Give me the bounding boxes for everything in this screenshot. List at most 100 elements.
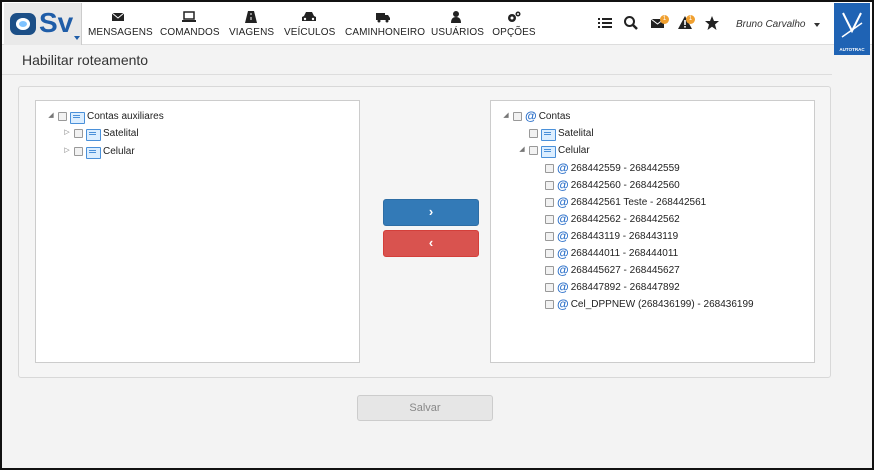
- node-label: 268442559 - 268442559: [570, 162, 680, 174]
- user-name[interactable]: Bruno Carvalho: [736, 19, 805, 30]
- tree-node[interactable]: ◢ Celular: [517, 143, 590, 158]
- move-right-button[interactable]: ›: [383, 199, 479, 226]
- top-navbar: Sv MENSAGENS COMANDOS VIAGENS VEÍCULOS C…: [2, 2, 872, 45]
- at-icon: @: [557, 161, 569, 175]
- node-label: 268445627 - 268445627: [570, 264, 680, 276]
- folder-icon: [541, 128, 556, 141]
- tree-leaf[interactable]: @ 268447892 - 268447892: [533, 280, 680, 294]
- collapse-icon[interactable]: ◢: [501, 111, 511, 121]
- node-label: 268447892 - 268447892: [570, 281, 680, 293]
- nav-label: VIAGENS: [229, 27, 275, 38]
- at-icon: @: [557, 195, 569, 209]
- tree-leaf[interactable]: @ 268442561 Teste - 268442561: [533, 195, 706, 209]
- node-label: Satelital: [103, 127, 139, 139]
- left-tree-panel[interactable]: ◢ Contas auxiliares ▷ Satelital ▷ Celula…: [35, 100, 360, 363]
- checkbox[interactable]: [545, 231, 554, 241]
- node-label: 268442561 Teste - 268442561: [570, 196, 707, 208]
- tree-leaf[interactable]: @ 268442560 - 268442560: [533, 178, 680, 192]
- tree-node-root[interactable]: ◢ @ Contas: [501, 109, 570, 123]
- logo-eye-icon: [10, 13, 36, 35]
- node-label: 268444011 - 268444011: [570, 247, 679, 259]
- envelope-icon: [111, 12, 125, 21]
- tree-leaf[interactable]: @ 268442562 - 268442562: [533, 212, 680, 226]
- nav-label: USUÁRIOS: [431, 27, 485, 38]
- nav-opcoes[interactable]: OPÇÕES: [492, 10, 536, 42]
- expand-icon[interactable]: ▷: [62, 146, 72, 156]
- checkbox[interactable]: [74, 128, 83, 138]
- laptop-icon: [182, 11, 196, 22]
- tree-leaf[interactable]: @ Cel_DPPNEW (268436199) - 268436199: [533, 297, 754, 311]
- tree-leaf[interactable]: @ 268444011 - 268444011: [533, 246, 678, 260]
- folder-icon: [86, 146, 101, 159]
- folder-icon: [541, 145, 556, 158]
- search-icon[interactable]: [623, 15, 639, 31]
- collapse-icon[interactable]: ◢: [46, 111, 56, 121]
- nav-label: COMANDOS: [160, 27, 220, 38]
- tree-leaf[interactable]: @ 268445627 - 268445627: [533, 263, 680, 277]
- tree-leaf[interactable]: @ 268442559 - 268442559: [533, 161, 680, 175]
- checkbox[interactable]: [74, 146, 83, 156]
- node-label: Satelital: [558, 127, 594, 139]
- expand-icon[interactable]: ▷: [62, 128, 72, 138]
- brand-logo: AUTOTRAC: [834, 3, 870, 55]
- node-label: Contas: [538, 110, 571, 122]
- folder-icon: [86, 128, 101, 141]
- node-label: 268442560 - 268442560: [570, 179, 680, 191]
- nav-usuarios[interactable]: USUÁRIOS: [431, 10, 485, 42]
- checkbox[interactable]: [545, 282, 554, 292]
- checkbox[interactable]: [545, 214, 554, 224]
- checkbox[interactable]: [545, 265, 554, 275]
- at-icon: @: [557, 212, 569, 226]
- right-tree-panel[interactable]: ◢ @ Contas Satelital ◢ Celular @ 2684425…: [490, 100, 815, 363]
- tree-node-root[interactable]: ◢ Contas auxiliares: [46, 109, 164, 124]
- tree-node[interactable]: ▷ Celular: [62, 144, 135, 159]
- tree-node[interactable]: ▷ Satelital: [62, 126, 139, 141]
- node-label: 268443119 - 268443119: [570, 230, 679, 242]
- page-header: Habilitar roteamento: [2, 46, 832, 75]
- checkbox[interactable]: [529, 128, 538, 138]
- caret-down-icon[interactable]: [814, 23, 820, 27]
- tree-leaf[interactable]: @ 268443119 - 268443119: [533, 229, 678, 243]
- at-icon: @: [557, 178, 569, 192]
- logo-text: Sv: [39, 7, 74, 38]
- node-label: Celular: [103, 145, 135, 157]
- truck-icon: [376, 13, 390, 23]
- folder-icon: [70, 111, 85, 124]
- checkbox[interactable]: [545, 180, 554, 190]
- checkbox[interactable]: [545, 248, 554, 258]
- checkbox[interactable]: [545, 299, 554, 309]
- at-icon: @: [557, 246, 569, 260]
- at-icon: @: [557, 297, 569, 311]
- node-label: 268442562 - 268442562: [570, 213, 680, 225]
- list-icon[interactable]: [597, 15, 613, 31]
- nav-label: OPÇÕES: [492, 27, 536, 38]
- nav-mensagens[interactable]: MENSAGENS: [88, 10, 153, 42]
- node-label: Contas auxiliares: [87, 110, 164, 122]
- nav-label: VEÍCULOS: [284, 27, 336, 38]
- at-icon: @: [557, 280, 569, 294]
- star-icon[interactable]: [704, 15, 720, 31]
- at-icon: @: [525, 109, 537, 123]
- checkbox[interactable]: [545, 163, 554, 173]
- app-logo[interactable]: Sv: [4, 3, 82, 45]
- brand-text: AUTOTRAC: [839, 47, 865, 52]
- cogs-icon: [508, 11, 521, 22]
- checkbox[interactable]: [545, 197, 554, 207]
- nav-label: CAMINHONEIRO: [345, 27, 426, 38]
- checkbox[interactable]: [58, 111, 67, 121]
- warning-badge: 1: [686, 15, 695, 24]
- tree-node[interactable]: Satelital: [517, 126, 594, 141]
- collapse-icon[interactable]: ◢: [517, 145, 527, 155]
- nav-viagens[interactable]: VIAGENS: [229, 10, 275, 42]
- node-label: Celular: [558, 144, 590, 156]
- mail-badge: 1: [660, 15, 669, 24]
- checkbox[interactable]: [529, 145, 538, 155]
- at-icon: @: [557, 229, 569, 243]
- car-icon: [302, 12, 316, 21]
- nav-caminhoneiro[interactable]: CAMINHONEIRO: [345, 10, 425, 42]
- nav-comandos[interactable]: COMANDOS: [160, 10, 220, 42]
- nav-veiculos[interactable]: VEÍCULOS: [284, 10, 336, 42]
- move-left-button[interactable]: ‹: [383, 230, 479, 257]
- checkbox[interactable]: [513, 111, 522, 121]
- save-button[interactable]: Salvar: [357, 395, 493, 421]
